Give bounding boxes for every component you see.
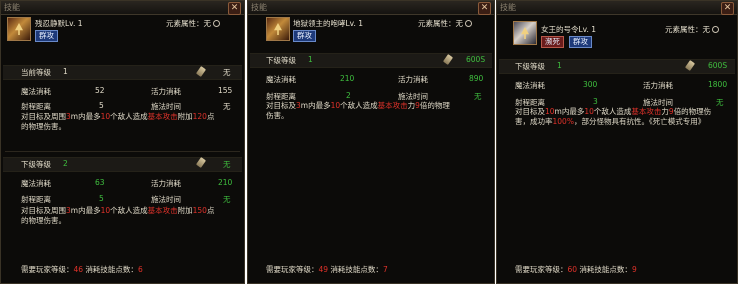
mana-value: 210 — [340, 74, 355, 83]
vitality-label: 活力消耗 — [643, 81, 673, 90]
window-title: 技能 — [500, 3, 516, 12]
vitality-label: 活力消耗 — [398, 75, 428, 84]
title-bar: 技能 ✕ — [1, 1, 244, 15]
tag-aoe: 群攻 — [35, 30, 58, 42]
next-level-value: 1 — [557, 61, 562, 70]
range-value: 5 — [99, 101, 104, 110]
title-bar: 技能 ✕ — [497, 1, 737, 15]
skill-icon — [7, 17, 31, 41]
element-attribute: 元素属性：无 — [665, 24, 719, 35]
range-label: 射程距离 — [21, 195, 51, 204]
range-value: 5 — [99, 194, 104, 203]
next-description: 对目标及3m内最多10个敌人造成基本攻击力9倍的物理 伤害。 — [266, 101, 450, 120]
window-title: 技能 — [4, 3, 20, 12]
range-value: 3 — [593, 97, 598, 106]
close-icon[interactable]: ✕ — [721, 2, 734, 15]
skill-icon — [266, 17, 290, 41]
tag-aoe: 群攻 — [569, 36, 592, 48]
close-icon[interactable]: ✕ — [228, 2, 241, 15]
mana-value: 63 — [95, 178, 105, 187]
current-level-label: 当前等级 — [21, 68, 51, 77]
requirements-footer: 需要玩家等级：60 消耗技能点数：9 — [515, 265, 637, 274]
skill-tooltip-panel-1: 技能 ✕ 残忍静默Lv. 1 元素属性：无 群攻 当前等级 1 无 魔法消耗 5… — [0, 0, 245, 284]
skill-name: 残忍静默Lv. 1 — [35, 19, 83, 28]
next-level-label: 下级等级 — [266, 56, 296, 65]
current-description: 对目标及周围3m内最多10个敌人造成基本攻击附加120点 的物理伤害。 — [21, 112, 215, 131]
element-attribute: 元素属性：无 — [166, 18, 220, 29]
next-description: 对目标及周围3m内最多10个敌人造成基本攻击附加150点 的物理伤害。 — [21, 206, 215, 225]
mana-label: 魔法消耗 — [515, 81, 545, 90]
skill-tooltip-panel-3: 技能 ✕ 女王的号令Lv. 1 元素属性：无 濒死 群攻 下级等级 1 600S… — [496, 0, 738, 284]
tag-dying: 濒死 — [541, 36, 564, 48]
vitality-value: 155 — [218, 86, 233, 95]
vitality-value: 1800 — [708, 80, 728, 89]
title-bar: 技能 ✕ — [248, 1, 494, 15]
circle-icon — [465, 20, 472, 27]
mana-label: 魔法消耗 — [21, 87, 51, 96]
next-level-label: 下级等级 — [21, 160, 51, 169]
vitality-label: 活力消耗 — [151, 87, 181, 96]
cast-label: 施法时间 — [151, 102, 181, 111]
close-icon[interactable]: ✕ — [478, 2, 491, 15]
next-cost: 600S — [708, 61, 728, 70]
next-cost: 600S — [466, 55, 486, 64]
tag-aoe: 群攻 — [293, 30, 316, 42]
vitality-value: 890 — [469, 74, 484, 83]
current-cost: 无 — [223, 68, 231, 77]
circle-icon — [712, 26, 719, 33]
next-level-value: 2 — [63, 159, 68, 168]
cast-value: 无 — [223, 195, 231, 204]
range-value: 2 — [346, 91, 351, 100]
requirements-footer: 需要玩家等级：46 消耗技能点数：6 — [21, 265, 143, 274]
mana-label: 魔法消耗 — [21, 179, 51, 188]
current-level-value: 1 — [63, 67, 68, 76]
mana-label: 魔法消耗 — [266, 75, 296, 84]
cast-label: 施法时间 — [151, 195, 181, 204]
window-title: 技能 — [251, 3, 267, 12]
divider — [5, 151, 240, 152]
skill-name: 地狱领主的咆哮Lv. 1 — [293, 19, 364, 28]
circle-icon — [213, 20, 220, 27]
mana-value: 300 — [583, 80, 598, 89]
vitality-value: 210 — [218, 178, 233, 187]
skill-name: 女王的号令Lv. 1 — [541, 25, 597, 34]
skill-tooltip-panel-2: 技能 ✕ 地狱领主的咆哮Lv. 1 元素属性：无 群攻 下级等级 1 600S … — [247, 0, 495, 284]
next-level-value: 1 — [308, 55, 313, 64]
skill-icon — [513, 21, 537, 45]
mana-value: 52 — [95, 86, 105, 95]
requirements-footer: 需要玩家等级：49 消耗技能点数：7 — [266, 265, 388, 274]
element-attribute: 元素属性：无 — [418, 18, 472, 29]
range-label: 射程距离 — [21, 102, 51, 111]
cast-value: 无 — [223, 102, 231, 111]
next-description: 对目标及10m内最多10个敌人造成基本攻击力9倍的物理伤 害，成功率100%，部分… — [515, 107, 712, 126]
next-level-label: 下级等级 — [515, 62, 545, 71]
next-cost: 无 — [223, 160, 231, 169]
vitality-label: 活力消耗 — [151, 179, 181, 188]
